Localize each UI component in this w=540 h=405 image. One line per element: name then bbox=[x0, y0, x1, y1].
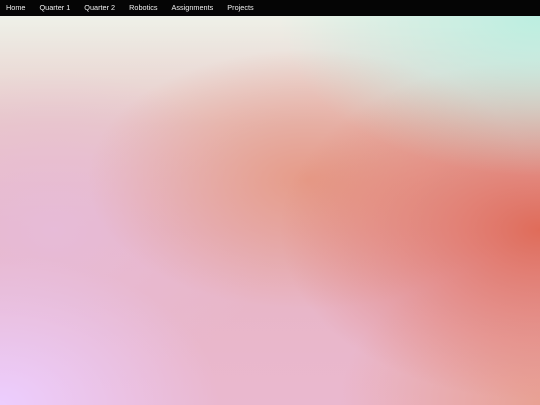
nav-link-projects[interactable]: Projects bbox=[227, 0, 253, 16]
gradient-background bbox=[0, 16, 540, 405]
nav-link-assignments[interactable]: Assignments bbox=[172, 0, 214, 16]
nav-link-quarter-1[interactable]: Quarter 1 bbox=[39, 0, 70, 16]
top-navigation-bar: Home Quarter 1 Quarter 2 Robotics Assign… bbox=[0, 0, 540, 16]
nav-link-quarter-2[interactable]: Quarter 2 bbox=[84, 0, 115, 16]
nav-link-home[interactable]: Home bbox=[6, 0, 25, 16]
nav-link-robotics[interactable]: Robotics bbox=[129, 0, 157, 16]
